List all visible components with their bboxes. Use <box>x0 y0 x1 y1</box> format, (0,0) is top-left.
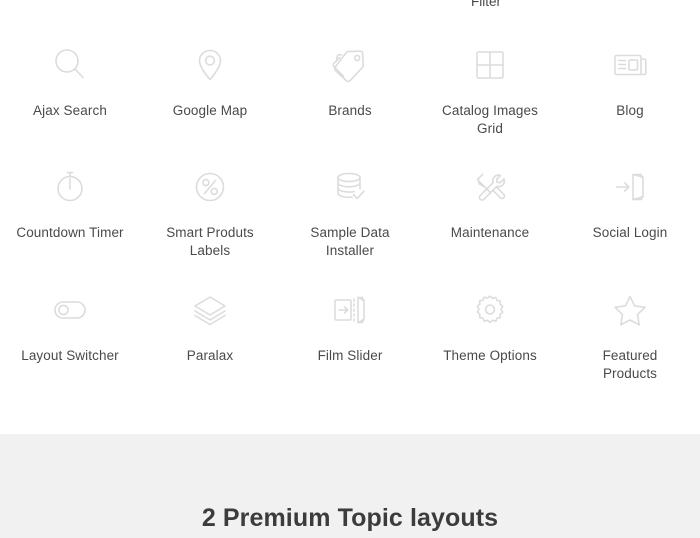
feature-label: Paralax <box>186 348 234 363</box>
features-page: Filter Ajax Search Google Map Brands Cat… <box>0 0 700 538</box>
star-icon <box>607 287 653 333</box>
feature-item-film-slider[interactable]: Film Slider <box>280 275 420 395</box>
feature-item-countdown-timer[interactable]: Countdown Timer <box>0 152 140 275</box>
banner-heading: 2 Premium Topic layouts <box>201 504 499 532</box>
feature-label: Layout Switcher <box>21 348 119 363</box>
feature-item-theme-options[interactable]: Theme Options <box>420 275 560 395</box>
login-door-icon <box>607 164 653 210</box>
feature-item-blog[interactable]: Blog <box>560 30 700 152</box>
premium-layouts-banner: 2 Premium Topic layouts <box>0 434 700 538</box>
feature-item-featured-products[interactable]: Featured Products <box>560 275 700 395</box>
layers-icon <box>187 287 233 333</box>
feature-label: Brands <box>328 103 372 118</box>
gear-icon <box>467 287 513 333</box>
film-slider-icon <box>327 287 373 333</box>
feature-item-layout-switcher[interactable]: Layout Switcher <box>0 275 140 395</box>
feature-label: Theme Options <box>443 348 537 363</box>
feature-label: Sample Data Installer <box>310 225 390 258</box>
clipped-previous-row: Filter <box>0 0 700 13</box>
features-grid: Ajax Search Google Map Brands Catalog Im… <box>0 30 700 395</box>
feature-label: Ajax Search <box>33 103 107 118</box>
stopwatch-icon <box>47 164 93 210</box>
feature-label: Catalog Images Grid <box>442 103 538 136</box>
feature-label: Featured Products <box>602 348 658 381</box>
feature-item-google-map[interactable]: Google Map <box>140 30 280 152</box>
price-tags-icon <box>327 42 373 88</box>
feature-row: Ajax Search Google Map Brands Catalog Im… <box>0 30 700 152</box>
map-pin-icon <box>187 42 233 88</box>
feature-row: Countdown Timer Smart Produts Labels Sam… <box>0 152 700 275</box>
feature-label: Smart Produts Labels <box>166 225 254 258</box>
feature-item-ajax-search[interactable]: Ajax Search <box>0 30 140 152</box>
tools-icon <box>467 164 513 210</box>
feature-item-catalog-images-grid[interactable]: Catalog Images Grid <box>420 30 560 152</box>
feature-row: Layout Switcher Paralax Film Slider Them… <box>0 275 700 395</box>
toggle-switch-icon <box>47 287 93 333</box>
feature-item-social-login[interactable]: Social Login <box>560 152 700 275</box>
feature-item-paralax[interactable]: Paralax <box>140 275 280 395</box>
percent-circle-icon <box>187 164 233 210</box>
magnifier-icon <box>47 42 93 88</box>
feature-item-sample-data-installer[interactable]: Sample Data Installer <box>280 152 420 275</box>
feature-label: Blog <box>616 103 644 118</box>
feature-label: Countdown Timer <box>16 225 124 240</box>
newspaper-icon <box>607 42 653 88</box>
feature-label-filter: Filter <box>471 0 501 9</box>
feature-label: Film Slider <box>317 348 383 363</box>
feature-item-maintenance[interactable]: Maintenance <box>420 152 560 275</box>
feature-item-brands[interactable]: Brands <box>280 30 420 152</box>
feature-label: Google Map <box>172 103 248 118</box>
grid-icon <box>467 42 513 88</box>
feature-item-smart-produts-labels[interactable]: Smart Produts Labels <box>140 152 280 275</box>
feature-label: Maintenance <box>450 225 530 240</box>
feature-label: Social Login <box>592 225 668 240</box>
database-check-icon <box>327 164 373 210</box>
